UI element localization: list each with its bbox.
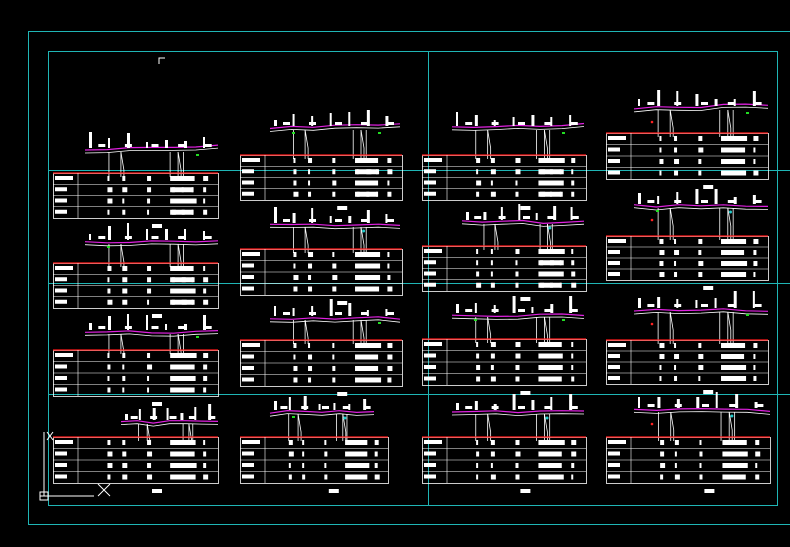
profile-sheet[interactable]	[53, 223, 219, 318]
profile-sheet[interactable]	[240, 110, 403, 210]
profile-sheet[interactable]	[606, 90, 769, 189]
profile-ground-line	[120, 423, 219, 427]
profile-design-line	[633, 407, 771, 412]
profile-design-line	[269, 223, 401, 227]
profile-sheet[interactable]	[53, 404, 219, 493]
profile-sheet[interactable]	[422, 112, 587, 210]
profile-sheet[interactable]	[422, 296, 587, 395]
profile-ground-line	[84, 147, 219, 154]
profile-ground-line	[633, 311, 769, 315]
corner-mark-icon	[158, 57, 165, 64]
profile-design-line	[461, 219, 585, 225]
profile-design-line	[451, 313, 585, 318]
profile-sheet[interactable]	[53, 132, 219, 228]
profile-design-line	[84, 330, 219, 334]
profile-design-line	[269, 316, 401, 320]
profile-sheet[interactable]	[606, 291, 769, 394]
profile-sheets	[53, 90, 771, 493]
drawing-frame	[28, 31, 790, 525]
profile-ground-line	[633, 411, 771, 415]
cad-model-space[interactable]	[0, 0, 790, 547]
profile-ground-line	[84, 333, 219, 337]
profile-design-line	[84, 240, 219, 244]
profile-sheet[interactable]	[606, 392, 771, 493]
profile-ground-line	[451, 413, 585, 417]
profile-ground-line	[269, 226, 401, 230]
profile-ground-line	[84, 243, 219, 247]
profile-design-line	[269, 409, 375, 414]
profile-sheet[interactable]	[53, 314, 219, 406]
profile-ground-line	[269, 319, 401, 323]
profile-sheet[interactable]	[240, 396, 389, 493]
profile-ground-line	[269, 126, 401, 132]
profile-design-line	[633, 308, 769, 312]
profile-sheet[interactable]	[422, 204, 587, 301]
profile-ground-line	[269, 413, 375, 417]
profile-sheet[interactable]	[240, 207, 403, 305]
profile-sheet[interactable]	[422, 394, 587, 493]
profile-sheet[interactable]	[240, 299, 403, 396]
profile-design-line	[120, 420, 219, 424]
profile-ground-line	[633, 207, 769, 211]
profile-sheet[interactable]	[606, 189, 769, 290]
profile-design-line	[633, 204, 769, 208]
profile-ground-line	[461, 223, 585, 227]
crosshair-cursor-icon	[97, 483, 111, 497]
profile-design-line	[451, 410, 585, 414]
